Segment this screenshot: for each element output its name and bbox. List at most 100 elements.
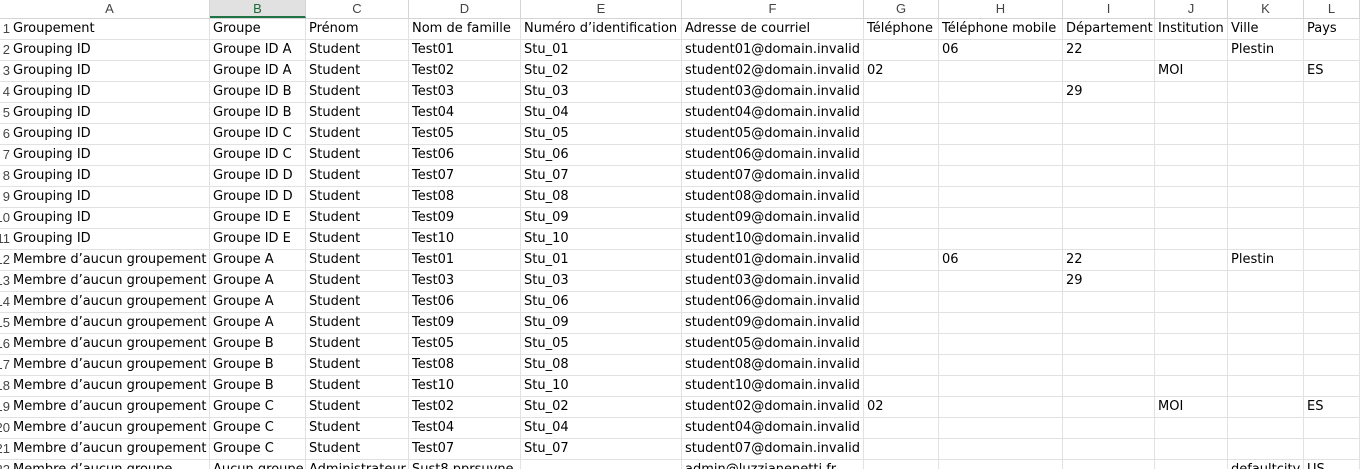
cell-a[interactable]: Grouping ID bbox=[10, 229, 210, 249]
cell-f[interactable]: student04@domain.invalid bbox=[682, 103, 864, 123]
cell-g[interactable] bbox=[864, 166, 939, 186]
cell-l[interactable] bbox=[1304, 292, 1360, 312]
cell-b[interactable]: Groupe ID A bbox=[210, 61, 306, 81]
cell-h[interactable] bbox=[939, 82, 1063, 102]
cell-l[interactable] bbox=[1304, 187, 1360, 207]
cell-g[interactable] bbox=[864, 376, 939, 396]
cell-e[interactable]: Stu_05 bbox=[521, 334, 682, 354]
cell-g[interactable] bbox=[864, 124, 939, 144]
cell-h[interactable] bbox=[939, 208, 1063, 228]
cell-h[interactable] bbox=[939, 418, 1063, 438]
header-cell-j[interactable]: Institution bbox=[1155, 19, 1228, 39]
cell-l[interactable]: ES bbox=[1304, 397, 1360, 417]
cell-k[interactable] bbox=[1228, 418, 1304, 438]
cell-l[interactable] bbox=[1304, 418, 1360, 438]
cell-l[interactable] bbox=[1304, 313, 1360, 333]
cell-a[interactable]: Membre d’aucun groupement bbox=[10, 334, 210, 354]
cell-g[interactable] bbox=[864, 418, 939, 438]
cell-h[interactable] bbox=[939, 187, 1063, 207]
cell-k[interactable] bbox=[1228, 229, 1304, 249]
cell-a[interactable]: Membre d’aucun groupement bbox=[10, 292, 210, 312]
cell-e[interactable]: Stu_05 bbox=[521, 124, 682, 144]
cell-b[interactable]: Groupe ID C bbox=[210, 124, 306, 144]
cell-g[interactable] bbox=[864, 145, 939, 165]
cell-i[interactable] bbox=[1063, 208, 1155, 228]
cell-a[interactable]: Grouping ID bbox=[10, 124, 210, 144]
cell-a[interactable]: Grouping ID bbox=[10, 82, 210, 102]
cell-f[interactable]: student03@domain.invalid bbox=[682, 82, 864, 102]
cell-g[interactable] bbox=[864, 355, 939, 375]
cell-a[interactable]: Grouping ID bbox=[10, 208, 210, 228]
cell-i[interactable] bbox=[1063, 397, 1155, 417]
cell-l[interactable] bbox=[1304, 82, 1360, 102]
cell-i[interactable] bbox=[1063, 334, 1155, 354]
cell-l[interactable]: ES bbox=[1304, 61, 1360, 81]
row-number[interactable]: 12 bbox=[0, 250, 10, 270]
row-number[interactable]: 2 bbox=[0, 40, 10, 60]
row-number[interactable]: 19 bbox=[0, 397, 10, 417]
cell-a[interactable]: Grouping ID bbox=[10, 166, 210, 186]
cell-c[interactable]: Student bbox=[306, 145, 409, 165]
cell-k[interactable]: Plestin bbox=[1228, 250, 1304, 270]
cell-k[interactable] bbox=[1228, 334, 1304, 354]
column-header-b[interactable]: B bbox=[210, 0, 306, 18]
cell-d[interactable]: Test03 bbox=[409, 271, 521, 291]
cell-h[interactable] bbox=[939, 460, 1063, 469]
cell-j[interactable]: MOI bbox=[1155, 61, 1228, 81]
cell-f[interactable]: student07@domain.invalid bbox=[682, 439, 864, 459]
column-header-e[interactable]: E bbox=[521, 0, 682, 18]
cell-i[interactable] bbox=[1063, 460, 1155, 469]
cell-f[interactable]: student05@domain.invalid bbox=[682, 124, 864, 144]
cell-d[interactable]: Test05 bbox=[409, 124, 521, 144]
cell-c[interactable]: Administrateur bbox=[306, 460, 409, 469]
header-cell-d[interactable]: Nom de famille bbox=[409, 19, 521, 39]
cell-l[interactable] bbox=[1304, 271, 1360, 291]
cell-e[interactable]: Stu_09 bbox=[521, 313, 682, 333]
cell-i[interactable]: 22 bbox=[1063, 40, 1155, 60]
row-number[interactable]: 14 bbox=[0, 292, 10, 312]
cell-d[interactable]: Test06 bbox=[409, 145, 521, 165]
cell-h[interactable] bbox=[939, 355, 1063, 375]
header-cell-a[interactable]: Groupement bbox=[10, 19, 210, 39]
cell-f[interactable]: student10@domain.invalid bbox=[682, 229, 864, 249]
cell-f[interactable]: student06@domain.invalid bbox=[682, 145, 864, 165]
cell-f[interactable]: admin@luzzianenetti.fr bbox=[682, 460, 864, 469]
cell-e[interactable]: Stu_07 bbox=[521, 439, 682, 459]
cell-k[interactable]: Plestin bbox=[1228, 40, 1304, 60]
cell-b[interactable]: Groupe A bbox=[210, 250, 306, 270]
cell-b[interactable]: Groupe B bbox=[210, 376, 306, 396]
cell-b[interactable]: Groupe B bbox=[210, 355, 306, 375]
cell-d[interactable]: Test02 bbox=[409, 61, 521, 81]
cell-f[interactable]: student01@domain.invalid bbox=[682, 40, 864, 60]
cell-a[interactable]: Membre d’aucun groupement bbox=[10, 418, 210, 438]
cell-b[interactable]: Groupe A bbox=[210, 292, 306, 312]
cell-h[interactable] bbox=[939, 397, 1063, 417]
header-cell-f[interactable]: Adresse de courriel bbox=[682, 19, 864, 39]
cell-i[interactable] bbox=[1063, 229, 1155, 249]
cell-d[interactable]: Test09 bbox=[409, 313, 521, 333]
cell-c[interactable]: Student bbox=[306, 271, 409, 291]
row-number[interactable]: 13 bbox=[0, 271, 10, 291]
cell-k[interactable] bbox=[1228, 103, 1304, 123]
cell-e[interactable]: Stu_07 bbox=[521, 166, 682, 186]
cell-c[interactable]: Student bbox=[306, 376, 409, 396]
cell-k[interactable] bbox=[1228, 439, 1304, 459]
cell-j[interactable] bbox=[1155, 334, 1228, 354]
cell-d[interactable]: Test01 bbox=[409, 250, 521, 270]
cell-l[interactable] bbox=[1304, 355, 1360, 375]
cell-f[interactable]: student02@domain.invalid bbox=[682, 397, 864, 417]
header-cell-g[interactable]: Téléphone bbox=[864, 19, 939, 39]
cell-k[interactable] bbox=[1228, 166, 1304, 186]
cell-g[interactable] bbox=[864, 250, 939, 270]
cell-j[interactable] bbox=[1155, 313, 1228, 333]
cell-c[interactable]: Student bbox=[306, 40, 409, 60]
cell-c[interactable]: Student bbox=[306, 292, 409, 312]
cell-d[interactable]: Test05 bbox=[409, 334, 521, 354]
cell-b[interactable]: Groupe ID E bbox=[210, 208, 306, 228]
row-number[interactable]: 16 bbox=[0, 334, 10, 354]
cell-c[interactable]: Student bbox=[306, 355, 409, 375]
cell-c[interactable]: Student bbox=[306, 103, 409, 123]
cell-l[interactable] bbox=[1304, 124, 1360, 144]
cell-j[interactable] bbox=[1155, 460, 1228, 469]
cell-a[interactable]: Grouping ID bbox=[10, 145, 210, 165]
